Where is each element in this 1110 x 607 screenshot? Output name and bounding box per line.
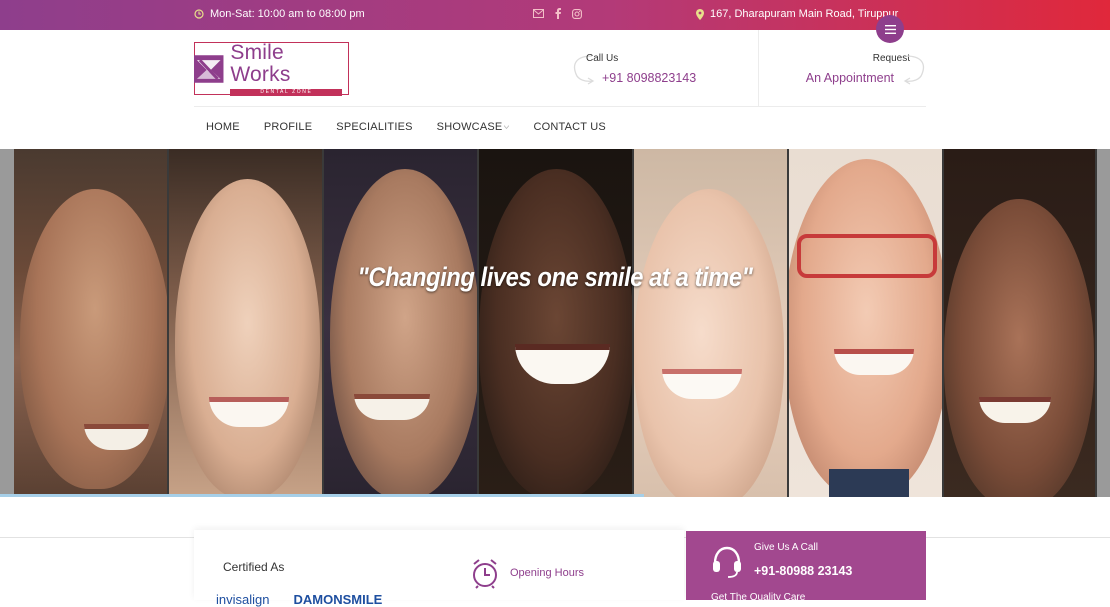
hero-quote: "Changing lives one smile at a time" <box>357 262 753 292</box>
brand-name: Smile Works <box>230 40 291 86</box>
social-links <box>533 8 582 19</box>
hours-text: Mon-Sat: 10:00 am to 08:00 pm <box>210 8 365 20</box>
certified-title: Certified As <box>223 560 285 574</box>
alarm-clock-icon <box>473 559 497 589</box>
nav-item-specialities[interactable]: SPECIALITIES <box>324 113 424 141</box>
call-us-card[interactable]: Give Us A Call +91-80988 23143 Get The Q… <box>686 531 926 600</box>
shirt-collar <box>829 469 909 497</box>
hero-face <box>789 159 942 497</box>
nav-item-showcase[interactable]: SHOWCASE <box>425 113 522 141</box>
hero-face-panel <box>634 149 789 497</box>
callbox-phone-number[interactable]: +91-80988 23143 <box>754 564 852 578</box>
hero-face-panel <box>944 149 1097 497</box>
menu-toggle-button[interactable] <box>876 15 904 43</box>
instagram-icon[interactable] <box>572 8 582 19</box>
hero-face <box>634 189 784 497</box>
hero-slider[interactable]: "Changing lives one smile at a time" <box>0 149 1110 497</box>
opening-hours-label: Opening Hours <box>510 567 584 579</box>
site-header: Smile Works DENTAL ZONE Call Us +91 8098… <box>0 30 1110 149</box>
nav-item-profile[interactable]: PROFILE <box>252 113 324 141</box>
header-separator <box>194 106 926 107</box>
opening-hours-block: Opening Hours <box>470 557 584 589</box>
nav-item-home[interactable]: HOME <box>194 113 252 141</box>
opening-hours-info: Mon-Sat: 10:00 am to 08:00 pm <box>194 8 365 20</box>
brand-logo[interactable]: Smile Works DENTAL ZONE <box>194 40 349 96</box>
hero-face-panel <box>169 149 324 497</box>
mail-icon[interactable] <box>533 9 544 18</box>
logo-mark-icon <box>194 54 224 83</box>
nav-label: PROFILE <box>263 121 313 133</box>
hero-face <box>479 169 632 497</box>
give-us-a-call-label: Give Us A Call <box>754 542 818 553</box>
address-text: 167, Dharapuram Main Road, Tiruppur <box>710 8 899 20</box>
quality-care-text: Get The Quality Care <box>711 592 806 600</box>
nav-label: SPECIALITIES <box>336 121 413 133</box>
hero-face-panel <box>1097 149 1110 497</box>
call-us-number[interactable]: +91 8098823143 <box>602 71 696 85</box>
nav-item-contact-us[interactable]: CONTACT US <box>521 113 618 141</box>
appointment-link[interactable]: An Appointment <box>806 71 894 85</box>
nav-label: SHOWCASE <box>436 121 503 133</box>
hero-face-panel <box>479 149 634 497</box>
address-info: 167, Dharapuram Main Road, Tiruppur <box>696 8 898 20</box>
hero-face-panel <box>324 149 479 497</box>
curved-arrow-icon <box>903 55 925 85</box>
hero-face <box>175 179 320 497</box>
clock-icon <box>194 9 204 19</box>
hero-face-panel <box>14 149 169 497</box>
main-navigation: HOME PROFILE SPECIALITIES SHOWCASE CONTA… <box>194 113 618 141</box>
facebook-icon[interactable] <box>554 8 562 19</box>
header-divider <box>758 30 759 106</box>
hero-face <box>944 199 1094 497</box>
certification-panel: Certified As invisalign DAMONSMILE <box>194 530 684 607</box>
top-info-bar: Mon-Sat: 10:00 am to 08:00 pm 167, Dhara… <box>0 0 1110 30</box>
hero-face-panel <box>0 149 14 497</box>
call-us-label: Call Us <box>586 53 619 64</box>
hero-face <box>330 169 477 497</box>
hero-face-panel <box>789 149 944 497</box>
nav-label: HOME <box>206 121 240 133</box>
chevron-down-icon <box>504 125 510 129</box>
map-pin-icon <box>696 8 704 20</box>
slider-progress-bar <box>0 494 644 497</box>
headset-icon <box>713 546 741 578</box>
hamburger-icon <box>884 24 896 34</box>
brand-tagline: DENTAL ZONE <box>230 88 343 96</box>
nav-label: CONTACT US <box>533 121 606 133</box>
